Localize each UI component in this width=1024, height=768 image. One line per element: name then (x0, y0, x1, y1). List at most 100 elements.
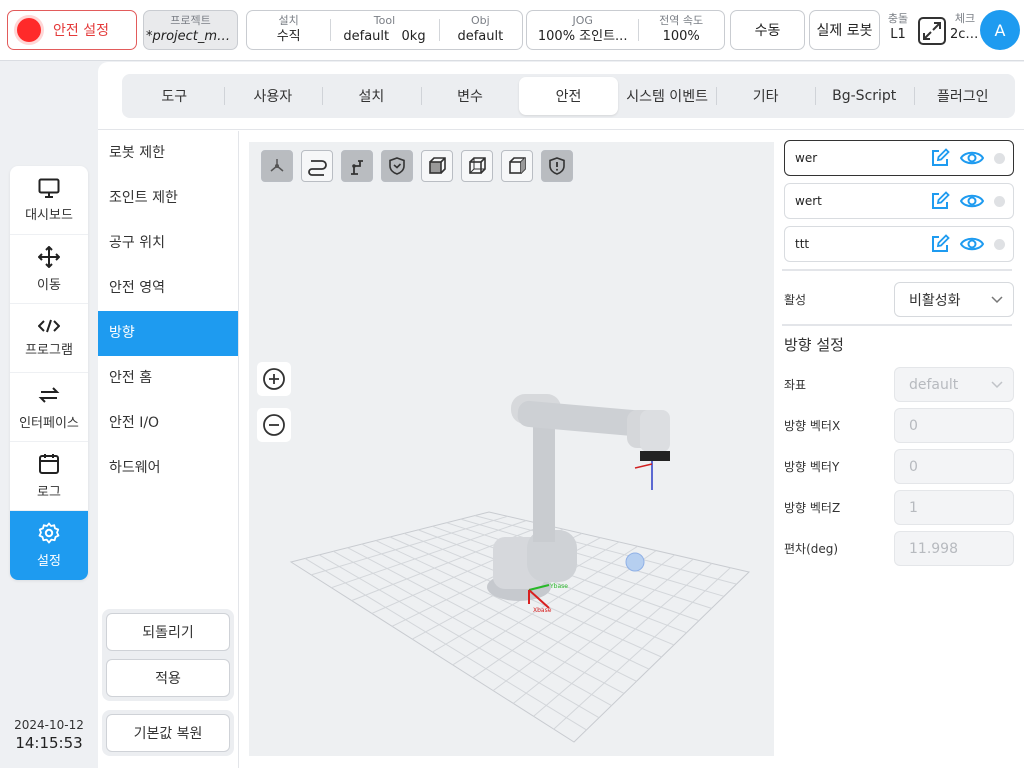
jog-cell[interactable]: JOG 100% 조인트... (527, 11, 638, 49)
collision-level[interactable]: 충돌 L1 (884, 12, 912, 44)
date-text: 2024-10-12 (14, 718, 84, 732)
user-avatar[interactable]: A (980, 10, 1020, 50)
shield-check-icon (389, 157, 405, 175)
view-cube-2-button[interactable] (461, 150, 493, 182)
submenu-orientation[interactable]: 방향 (98, 311, 238, 356)
deviation-field[interactable]: 11.998 (894, 531, 1014, 566)
installation-cell[interactable]: 설치 수직 (247, 11, 330, 49)
coord-row: 좌표 default (784, 364, 1014, 405)
section-title: 방향 설정 (784, 336, 844, 354)
path-icon (308, 160, 327, 176)
orientation-item-wer[interactable]: wer (784, 140, 1014, 176)
eye-icon[interactable] (960, 192, 984, 210)
orientation-item-name: wert (795, 194, 822, 208)
tabs-divider (98, 129, 1024, 130)
project-label: 프로젝트 (170, 14, 211, 27)
3d-viewport[interactable]: Ybase Xbase (249, 142, 774, 756)
edit-icon[interactable] (930, 148, 950, 168)
calendar-icon (39, 453, 59, 474)
zoom-in-button[interactable] (257, 362, 291, 396)
vector-x-label: 방향 벡터X (784, 419, 841, 433)
deviation-row: 편차(deg) 11.998 (784, 528, 1014, 569)
view-cube-1-button[interactable] (421, 150, 453, 182)
eye-icon[interactable] (960, 235, 984, 253)
nav-interface[interactable]: 인터페이스 (10, 373, 88, 442)
shield-alert-icon (549, 157, 565, 175)
collision-value: L1 (890, 27, 906, 42)
submenu-tool-position[interactable]: 공구 위치 (98, 221, 238, 266)
active-select[interactable]: 비활성화 (894, 282, 1014, 317)
submenu-joint-limits[interactable]: 조인트 제한 (98, 176, 238, 221)
tool-value: default 0kg (343, 29, 426, 44)
project-box[interactable]: 프로젝트 *project_mo... (143, 10, 238, 50)
manual-mode-button[interactable]: 수동 (730, 10, 805, 50)
time-text: 14:15:53 (15, 734, 83, 752)
orientation-item-actions (920, 191, 1005, 211)
nav-move-label: 이동 (37, 277, 61, 293)
tab-plugins[interactable]: 플러그인 (913, 77, 1013, 115)
tab-tool[interactable]: 도구 (125, 77, 224, 115)
submenu-hardware[interactable]: 하드웨어 (98, 446, 238, 491)
vector-y-field[interactable]: 0 (894, 449, 1014, 484)
nav-dashboard[interactable]: 대시보드 (10, 166, 88, 235)
datetime: 2024-10-12 14:15:53 (10, 718, 88, 752)
submenu-safety-io[interactable]: 안전 I/O (98, 401, 238, 446)
top-bar: 안전 설정 프로젝트 *project_mo... 설치 수직 Tool def… (0, 0, 1024, 61)
jog-group[interactable]: JOG 100% 조인트... 전역 속도 100% (526, 10, 725, 50)
left-nav: 대시보드 이동 프로그램 인터페이스 로그 설정 (10, 166, 88, 580)
edit-icon[interactable] (930, 191, 950, 211)
settings-tabs: 도구 사용자 설치 변수 안전 시스템 이벤트 기타 Bg-Script 플러그… (122, 74, 1015, 118)
installation-label: 설치 (278, 14, 299, 27)
submenu-safety-zone[interactable]: 안전 영역 (98, 266, 238, 311)
shield-alert-button[interactable] (541, 150, 573, 182)
tab-system-events[interactable]: 시스템 이벤트 (618, 77, 717, 115)
tab-installation[interactable]: 설치 (322, 77, 421, 115)
restore-defaults-button[interactable]: 기본값 복원 (106, 714, 230, 752)
robot-view-button[interactable] (341, 150, 373, 182)
tab-bg-script[interactable]: Bg-Script (814, 77, 914, 115)
view-cube-3-button[interactable] (501, 150, 533, 182)
installation-setting-group[interactable]: 설치 수직 Tool default 0kg Obj default (246, 10, 523, 50)
robot-icon (351, 160, 363, 175)
tab-user[interactable]: 사용자 (223, 77, 323, 115)
tab-safety[interactable]: 안전 (519, 77, 618, 115)
orientation-item-ttt[interactable]: ttt (784, 226, 1014, 262)
obj-cell[interactable]: Obj default (438, 11, 522, 49)
code-icon (38, 319, 60, 332)
axis-view-button[interactable] (261, 150, 293, 182)
coord-select[interactable]: default (894, 367, 1014, 402)
nav-settings[interactable]: 설정 (10, 511, 88, 580)
shield-check-button[interactable] (381, 150, 413, 182)
orientation-item-actions (920, 148, 1005, 168)
section-divider (782, 324, 1012, 326)
nav-log[interactable]: 로그 (10, 442, 88, 511)
apply-button[interactable]: 적용 (106, 659, 230, 697)
nav-move[interactable]: 이동 (10, 235, 88, 304)
safety-status-dot (17, 18, 41, 42)
tab-other[interactable]: 기타 (716, 77, 815, 115)
vector-z-label: 방향 벡터Z (784, 501, 841, 515)
tool-cell[interactable]: Tool default 0kg (330, 11, 438, 49)
submenu-robot-limits[interactable]: 로봇 제한 (98, 131, 238, 176)
revert-button[interactable]: 되돌리기 (106, 613, 230, 651)
expand-icon[interactable] (917, 16, 947, 46)
path-button[interactable] (301, 150, 333, 182)
gear-icon (38, 522, 60, 544)
safety-settings-button[interactable]: 안전 설정 (7, 10, 137, 50)
nav-dashboard-label: 대시보드 (25, 207, 73, 223)
orientation-item-wert[interactable]: wert (784, 183, 1014, 219)
real-robot-button[interactable]: 실제 로봇 (809, 10, 880, 50)
vector-x-field[interactable]: 0 (894, 408, 1014, 443)
nav-program[interactable]: 프로그램 (10, 304, 88, 373)
edit-icon[interactable] (930, 234, 950, 254)
installation-value: 수직 (276, 29, 301, 44)
zoom-out-button[interactable] (257, 408, 291, 442)
global-speed-cell[interactable]: 전역 속도 100% (638, 11, 724, 49)
chevron-down-icon (991, 295, 1003, 303)
submenu-safety-home[interactable]: 안전 홈 (98, 356, 238, 401)
vector-z-field[interactable]: 1 (894, 490, 1014, 525)
coord-label: 좌표 (784, 378, 807, 392)
tab-variables[interactable]: 변수 (420, 77, 520, 115)
eye-icon[interactable] (960, 149, 984, 167)
jog-label: JOG (572, 14, 593, 27)
